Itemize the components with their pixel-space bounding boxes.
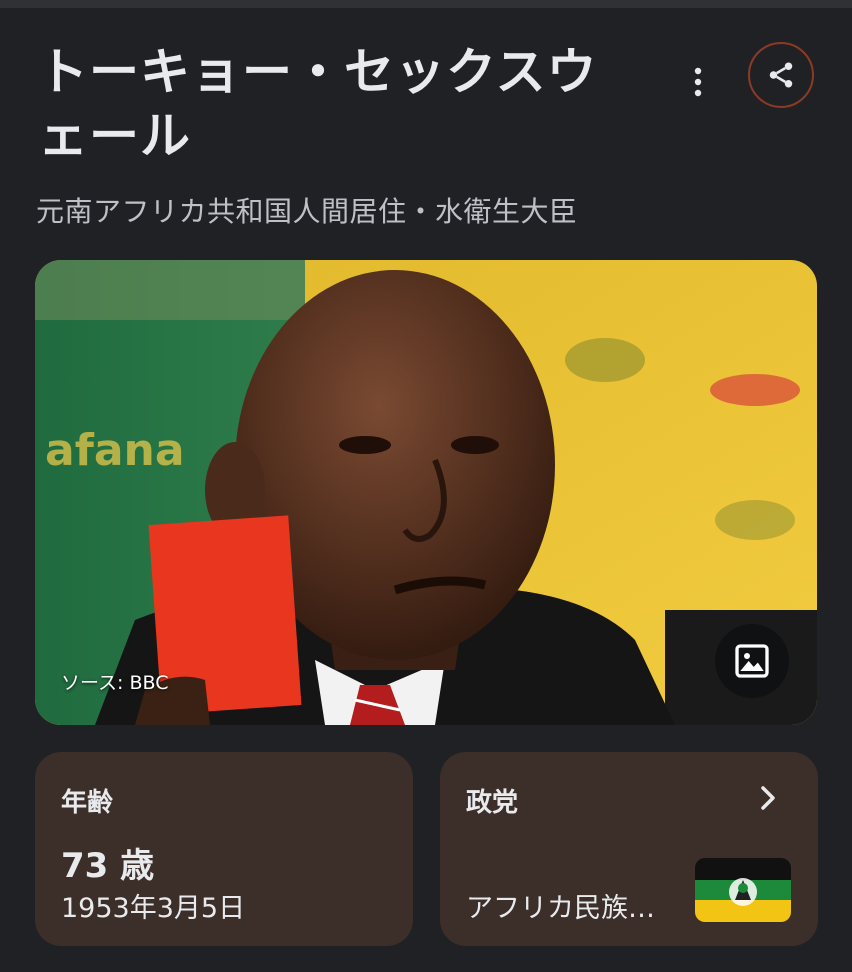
age-value: 73 歳 (61, 846, 155, 886)
party-label: 政党 (466, 788, 519, 818)
page-title: トーキョー・セックスウェール (38, 43, 598, 165)
chevron-right-icon (761, 786, 775, 810)
party-card[interactable]: 政党 アフリカ民族… (440, 752, 818, 946)
share-icon (769, 62, 793, 88)
image-gallery-button[interactable] (715, 624, 789, 698)
more-vert-icon (694, 67, 702, 97)
photo-source-label: ソース: BBC (61, 672, 169, 694)
person-photo[interactable]: afana ソース: BBC (35, 260, 817, 725)
age-label: 年齢 (61, 788, 114, 818)
more-options-button[interactable] (676, 60, 720, 104)
party-chevron[interactable] (750, 780, 786, 816)
page-subtitle: 元南アフリカ共和国人間居住・水衛生大臣 (36, 195, 578, 228)
image-gallery-icon (735, 644, 769, 678)
share-button[interactable] (748, 42, 814, 108)
party-logo (695, 858, 791, 922)
photo-illustration: afana (35, 260, 817, 725)
status-strip (0, 0, 852, 8)
party-name: アフリカ民族… (466, 893, 655, 924)
age-card: 年齢 73 歳 1953年3月5日 (35, 752, 413, 946)
svg-text:afana: afana (45, 425, 185, 476)
birth-date: 1953年3月5日 (61, 893, 246, 924)
